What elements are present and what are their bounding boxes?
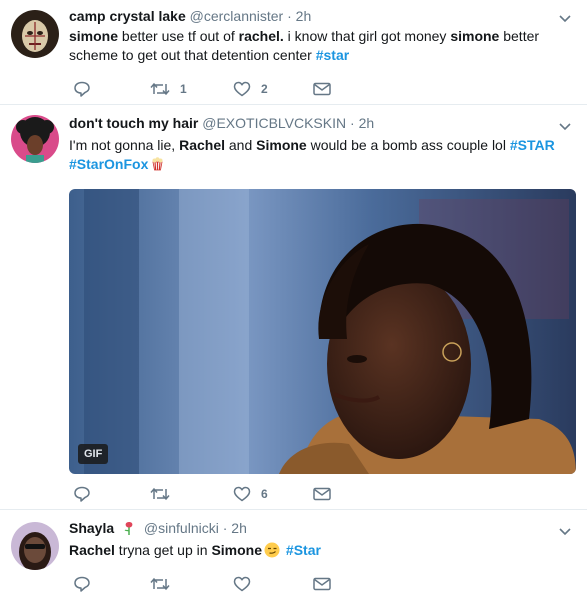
retweet-button[interactable]: 1 <box>150 79 187 99</box>
user-handle[interactable]: @cerclannister <box>190 8 284 24</box>
like-button[interactable]: 6 <box>233 484 268 504</box>
reply-button[interactable] <box>73 484 101 504</box>
reply-icon <box>74 486 90 502</box>
heart-icon <box>233 486 251 502</box>
retweet-icon <box>150 577 170 591</box>
tweet-header: don't touch my hair @EXOTICBLVCKSKIN · 2… <box>69 115 374 131</box>
tweet-text-segment: i know that girl got money <box>283 28 451 44</box>
envelope-icon <box>313 577 331 591</box>
tweet-text-segment: tryna get up in <box>114 542 212 558</box>
rose-emoji-icon <box>124 522 133 535</box>
separator-dot: · <box>222 520 228 536</box>
tweet-actions <box>69 574 469 594</box>
chevron-down-icon[interactable] <box>559 15 571 23</box>
retweet-count: 1 <box>180 82 187 96</box>
message-button[interactable] <box>313 484 331 504</box>
highlighted-keyword: Simone <box>256 137 307 153</box>
retweet-icon <box>150 82 170 96</box>
retweet-icon <box>150 487 170 501</box>
highlighted-keyword: simone <box>69 28 119 44</box>
hashtag-link[interactable]: #STAR <box>510 137 555 153</box>
hashtag-link[interactable]: #star <box>316 47 349 63</box>
tweet-actions: 6 <box>69 484 469 504</box>
message-button[interactable] <box>313 79 331 99</box>
heart-icon <box>233 576 251 592</box>
timestamp[interactable]: 2h <box>359 115 375 131</box>
chevron-down-icon[interactable] <box>559 528 571 536</box>
tweet-text-segment: I'm not gonna lie, <box>69 137 180 153</box>
tweet-text: Rachel tryna get up in Simone #Star <box>69 541 569 560</box>
user-handle[interactable]: @EXOTICBLVCKSKIN <box>202 115 346 131</box>
avatar[interactable] <box>11 10 59 58</box>
display-name[interactable]: Shayla <box>69 520 114 536</box>
tweet[interactable]: don't touch my hair @EXOTICBLVCKSKIN · 2… <box>0 105 587 510</box>
tweet-text-segment: would be a bomb ass couple lol <box>306 137 510 153</box>
avatar[interactable] <box>11 522 59 570</box>
hashtag-link[interactable]: #StarOnFox <box>69 156 148 172</box>
gif-media[interactable]: GIF <box>69 189 576 474</box>
highlighted-keyword: Rachel <box>69 542 115 558</box>
separator-dot: · <box>287 8 292 24</box>
tweet-header: Shayla @sinfulnicki · 2h <box>69 520 247 536</box>
tweet-text: simone better use tf out of rachel. i kn… <box>69 27 569 65</box>
reply-icon <box>74 81 90 97</box>
avatar[interactable] <box>11 115 59 163</box>
chevron-down-icon[interactable] <box>559 123 571 131</box>
reply-button[interactable] <box>73 79 101 99</box>
separator-dot: · <box>350 115 355 131</box>
like-button[interactable]: 2 <box>233 79 268 99</box>
tweet-actions: 1 2 <box>69 79 469 99</box>
like-button[interactable] <box>233 574 261 594</box>
retweet-button[interactable] <box>150 574 180 594</box>
tweet-text-segment: better use tf out of <box>118 28 239 44</box>
timestamp[interactable]: 2h <box>231 520 247 536</box>
tweet-text-segment: and <box>225 137 257 153</box>
display-name[interactable]: don't touch my hair <box>69 115 198 131</box>
like-count: 2 <box>261 82 268 96</box>
tweet-header: camp crystal lake @cerclannister · 2h <box>69 8 311 24</box>
smirk-emoji-icon <box>264 542 280 558</box>
reply-icon <box>74 576 90 592</box>
like-count: 6 <box>261 487 268 501</box>
popcorn-emoji-icon <box>152 157 163 171</box>
tweet[interactable]: Shayla @sinfulnicki · 2h Rachel tryna ge… <box>0 510 587 598</box>
highlighted-keyword: Rachel <box>179 137 225 153</box>
retweet-button[interactable] <box>150 484 180 504</box>
display-name[interactable]: camp crystal lake <box>69 8 186 24</box>
envelope-icon <box>313 487 331 501</box>
highlighted-keyword: Simone <box>211 542 263 558</box>
highlighted-keyword: simone <box>450 28 500 44</box>
heart-icon <box>233 81 251 97</box>
gif-badge: GIF <box>78 444 109 464</box>
tweet-text: I'm not gonna lie, Rachel and Simone wou… <box>69 136 569 174</box>
message-button[interactable] <box>313 574 331 594</box>
tweet[interactable]: camp crystal lake @cerclannister · 2h si… <box>0 0 587 105</box>
hashtag-link[interactable]: #Star <box>286 542 321 558</box>
timestamp[interactable]: 2h <box>296 8 312 24</box>
user-handle[interactable]: @sinfulnicki <box>144 520 219 536</box>
envelope-icon <box>313 82 331 96</box>
reply-button[interactable] <box>73 574 101 594</box>
highlighted-keyword: rachel. <box>238 28 284 44</box>
